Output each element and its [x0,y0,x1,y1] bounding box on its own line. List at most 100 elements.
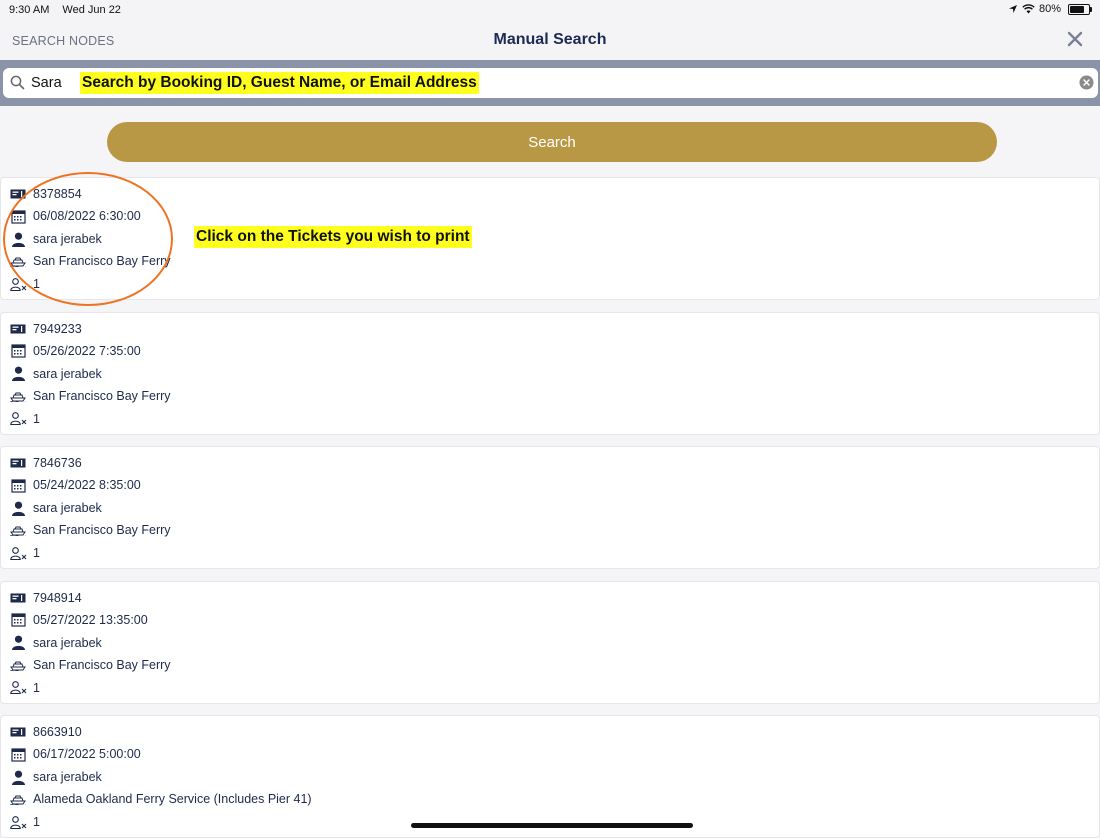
row-passengers-text: 1 [33,411,40,426]
close-icon[interactable] [1064,28,1086,50]
ticket-card[interactable]: 7949233 05/26/2022 7:35:00 sara jerabek San… [0,311,1100,435]
ticket-icon [9,724,27,740]
passenger-count-icon [9,411,27,427]
person-icon [9,231,27,247]
row-guest-name-text: sara jerabek [33,501,102,515]
row-passengers: 1 [9,678,40,698]
row-datetime-text: 06/17/2022 5:00:00 [33,747,141,761]
row-passengers-text: 1 [33,546,40,560]
row-guest-name-text: sara jerabek [33,635,102,650]
home-indicator [411,823,693,828]
row-guest-name-text: sara jerabek [33,770,102,784]
search-button[interactable]: Search [107,122,997,162]
ferry-icon [9,791,27,807]
passenger-count-icon [9,545,27,561]
wifi-icon [1022,4,1035,14]
nav-bar: SEARCH NODES Manual Search [0,22,1100,60]
person-icon [9,366,27,382]
row-booking-id-text: 7949233 [33,321,82,336]
status-right: 80% [1008,3,1092,15]
person-icon [9,635,27,651]
row-booking-id-text: 7846736 [33,456,82,470]
clear-search-icon[interactable] [1079,75,1094,90]
row-datetime: 05/26/2022 7:35:00 [9,341,141,361]
ferry-icon [9,657,27,673]
row-passengers-text: 1 [33,277,40,291]
row-passengers-text: 1 [33,680,40,695]
row-passengers-text: 1 [33,815,40,829]
row-booking-id: 8378854 [9,184,82,204]
ticket-card[interactable]: 7948914 05/27/2022 13:35:00 sara jerabek Sa… [0,580,1100,704]
person-icon [9,769,27,785]
ticket-icon [9,455,27,471]
row-route: Alameda Oakland Ferry Service (Includes … [9,789,312,809]
search-input-value: Sara [31,75,62,91]
calendar-icon [9,208,27,224]
row-booking-id-text: 8378854 [33,187,82,201]
calendar-icon [9,343,27,359]
row-booking-id-text: 8663910 [33,725,82,739]
search-icon [10,75,25,90]
row-route: San Francisco Bay Ferry [9,520,171,540]
row-datetime: 05/27/2022 13:35:00 [9,610,148,630]
battery-fill [1070,5,1085,13]
row-guest-name: sara jerabek [9,767,102,787]
status-date: Wed Jun 22 [62,4,121,16]
passenger-count-icon [9,814,27,830]
row-route-text: San Francisco Bay Ferry [33,388,171,403]
ticket-icon [9,590,27,606]
passenger-count-icon [9,276,27,292]
calendar-icon [9,612,27,628]
row-passengers: 1 [9,812,40,832]
ticket-card[interactable]: 8663910 06/17/2022 5:00:00 sara jerabek Ala… [0,715,1100,838]
ticket-icon [9,321,27,337]
row-datetime-text: 05/24/2022 8:35:00 [33,478,141,492]
status-left: 9:30 AM Wed Jun 22 [9,4,131,16]
annotation-tickets-hint: Click on the Tickets you wish to print [194,226,472,248]
calendar-icon [9,477,27,493]
row-route: San Francisco Bay Ferry [9,251,171,271]
row-datetime: 06/08/2022 6:30:00 [9,206,141,226]
row-booking-id-text: 7948914 [33,590,82,605]
row-route-text: Alameda Oakland Ferry Service (Includes … [33,792,312,806]
row-passengers: 1 [9,274,40,294]
row-guest-name: sara jerabek [9,229,102,249]
page-title: Manual Search [493,31,607,48]
battery-percent: 80% [1038,3,1061,15]
row-passengers: 1 [9,409,40,429]
row-route-text: San Francisco Bay Ferry [33,523,171,537]
row-route: San Francisco Bay Ferry [9,386,171,406]
calendar-icon [9,746,27,762]
row-booking-id: 7949233 [9,319,82,339]
person-icon [9,500,27,516]
results-area: Search 8378854 06/08/2022 6:30:00 sara jer… [0,106,1100,838]
row-route-text: San Francisco Bay Ferry [33,657,171,672]
row-guest-name: sara jerabek [9,364,102,384]
row-guest-name-text: sara jerabek [33,366,102,381]
row-guest-name-text: sara jerabek [33,232,102,246]
row-booking-id: 8663910 [9,722,82,742]
search-bar-container: Sara Search by Booking ID, Guest Name, o… [0,60,1100,106]
battery-icon [1068,3,1092,15]
status-bar: 9:30 AM Wed Jun 22 80% [0,0,1100,22]
annotation-search-hint: Search by Booking ID, Guest Name, or Ema… [80,72,479,94]
status-time: 9:30 AM [9,4,50,16]
row-booking-id: 7948914 [9,588,82,608]
row-datetime-text: 05/26/2022 7:35:00 [33,343,141,358]
ticket-card[interactable]: 7846736 05/24/2022 8:35:00 sara jerabek San… [0,446,1100,569]
row-datetime: 05/24/2022 8:35:00 [9,475,141,495]
row-route: San Francisco Bay Ferry [9,655,171,675]
passenger-count-icon [9,680,27,696]
row-guest-name: sara jerabek [9,633,102,653]
row-datetime-text: 06/08/2022 6:30:00 [33,209,141,223]
row-booking-id: 7846736 [9,453,82,473]
ferry-icon [9,253,27,269]
row-datetime: 06/17/2022 5:00:00 [9,744,141,764]
ferry-icon [9,522,27,538]
location-icon [1008,5,1017,13]
row-guest-name: sara jerabek [9,498,102,518]
ferry-icon [9,388,27,404]
row-route-text: San Francisco Bay Ferry [33,254,171,268]
ticket-card[interactable]: 8378854 06/08/2022 6:30:00 sara jerabek San… [0,177,1100,300]
search-input[interactable]: Sara Search by Booking ID, Guest Name, o… [3,68,1098,98]
